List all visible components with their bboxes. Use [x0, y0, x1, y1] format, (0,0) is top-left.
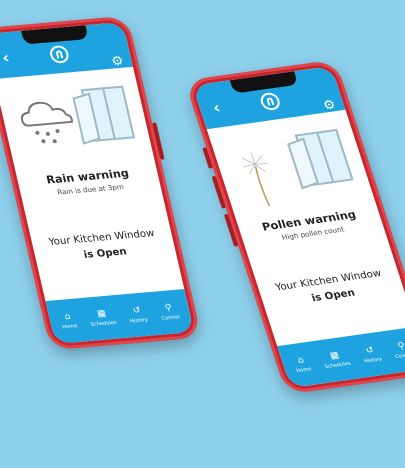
history-icon: ↺ [364, 345, 376, 357]
notch [229, 71, 299, 94]
phone-right: ‹ ⚙ Pollen warning High pollen count You… [184, 59, 405, 395]
nav-schedules[interactable]: ▦ Schedules [320, 349, 352, 371]
side-button [152, 122, 165, 160]
rain-cloud-icon [20, 101, 73, 144]
nav-label: Control [394, 351, 405, 361]
open-window-icon [80, 85, 136, 142]
history-icon: ↺ [131, 305, 142, 317]
nav-control[interactable]: ⚲ Control [391, 341, 405, 361]
app-logo-icon [258, 91, 283, 112]
nav-control[interactable]: ⚲ Control [158, 303, 181, 322]
control-icon: ⚲ [163, 303, 173, 314]
phone-screen: ‹ ⚙ Pollen warning High pollen count You… [192, 66, 405, 388]
nav-label: Home [61, 323, 79, 331]
dandelion-icon [242, 152, 271, 207]
illustration [226, 127, 361, 217]
main-content: Pollen warning High pollen count Your Ki… [207, 110, 405, 346]
nav-label: Control [160, 314, 181, 322]
nav-label: History [363, 356, 384, 365]
open-window-icon [294, 128, 354, 187]
nav-label: History [129, 317, 149, 325]
calendar-icon: ▦ [96, 308, 107, 320]
back-button[interactable]: ‹ [206, 98, 227, 117]
app-logo-icon [48, 44, 71, 64]
home-icon: ⌂ [296, 355, 306, 366]
side-button [202, 147, 214, 169]
nav-label: Home [295, 366, 313, 375]
nav-history[interactable]: ↺ History [127, 305, 149, 325]
nav-schedules[interactable]: ▦ Schedules [88, 308, 118, 328]
phone-screen: ‹ ⚙ Rain warning Rain is due at 3pm Your… [0, 22, 195, 344]
home-icon: ⌂ [63, 311, 72, 323]
control-icon: ⚲ [396, 341, 405, 352]
nav-home[interactable]: ⌂ Home [59, 311, 79, 331]
back-button[interactable]: ‹ [0, 48, 16, 67]
nav-label: Schedules [324, 360, 352, 371]
calendar-icon: ▦ [328, 350, 341, 362]
phone-left: ‹ ⚙ Rain warning Rain is due at 3pm Your… [0, 15, 202, 351]
nav-label: Schedules [90, 319, 118, 328]
nav-history[interactable]: ↺ History [360, 345, 383, 365]
nav-home[interactable]: ⌂ Home [292, 355, 313, 375]
main-content: Rain warning Rain is due at 3pm Your Kit… [0, 67, 184, 301]
illustration [12, 84, 140, 170]
notch [21, 25, 89, 45]
settings-gear-icon[interactable]: ⚙ [110, 54, 125, 70]
